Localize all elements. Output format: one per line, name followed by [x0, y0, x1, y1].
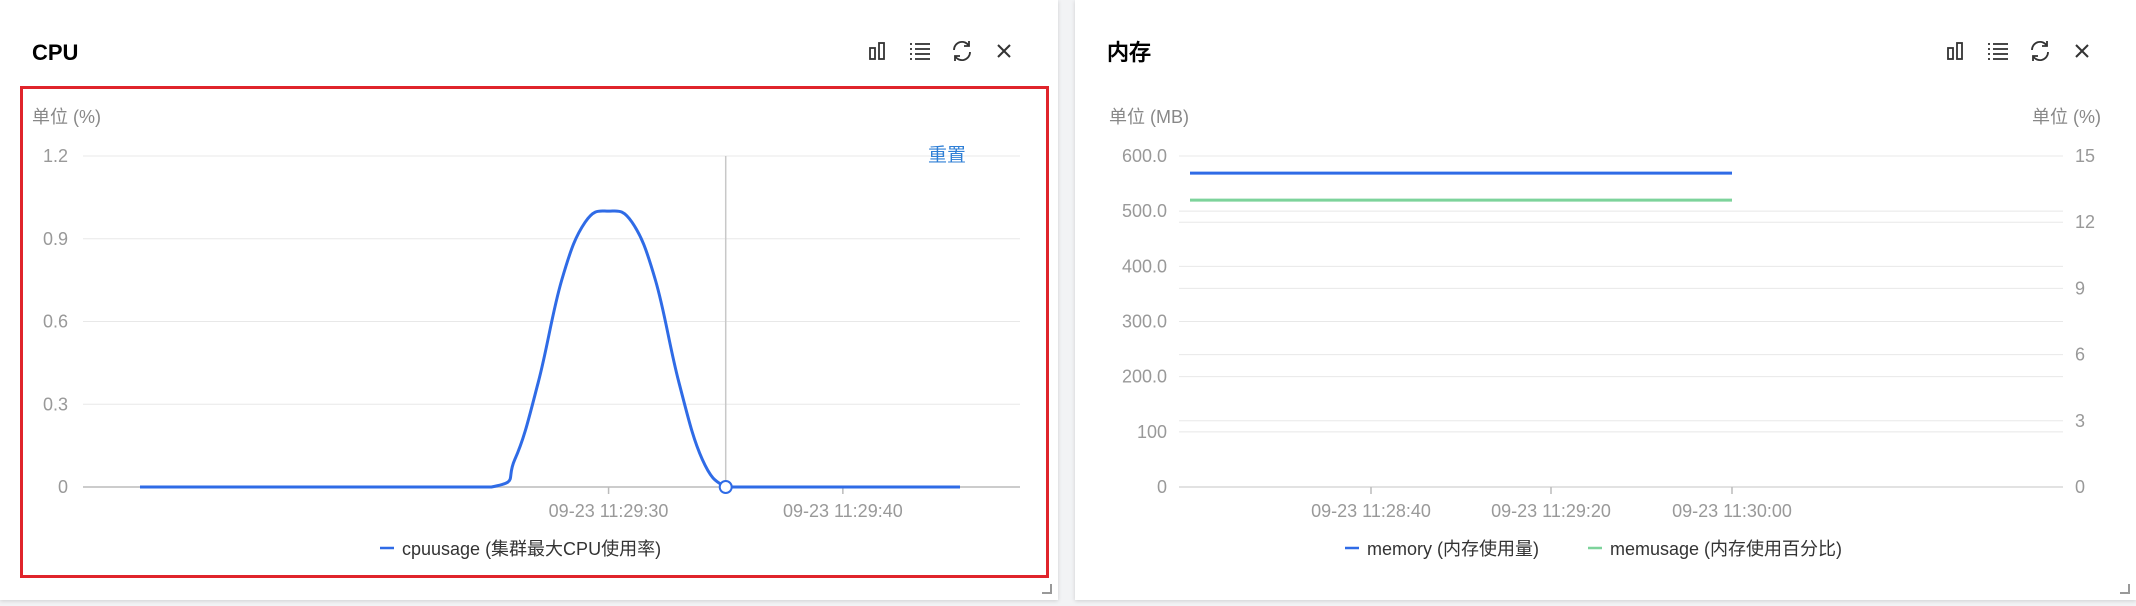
- resize-handle[interactable]: [2120, 584, 2130, 594]
- y-tick-label-right: 6: [2075, 345, 2085, 365]
- y-tick-label-left: 200.0: [1122, 367, 1167, 387]
- y-tick-label: 0: [58, 477, 68, 497]
- y-tick-label-left: 300.0: [1122, 312, 1167, 332]
- y-tick-label: 1.2: [43, 146, 68, 166]
- y-tick-label-right: 12: [2075, 212, 2095, 232]
- x-tick-label: 09-23 11:29:20: [1491, 501, 1611, 521]
- reset-zoom-link[interactable]: 重置: [928, 140, 966, 167]
- y-axis-label-right: 单位 (%): [2032, 107, 2101, 127]
- tooltip-marker: [718, 480, 733, 494]
- y-tick-label-right: 3: [2075, 411, 2085, 431]
- x-tick-label: 09-23 11:29:30: [549, 501, 669, 521]
- y-axis-label-left: 单位 (MB): [1109, 107, 1189, 127]
- memory-panel: 内存 单位 (MB) 单位 (%) 0 100 200.0 300.0 400.0 500.0…: [1075, 0, 2136, 600]
- y-tick-label-left: 0: [1157, 477, 1167, 497]
- y-axis-label: 单位 (%): [32, 107, 101, 127]
- y-tick-label: 0.9: [43, 229, 68, 249]
- x-tick-label: 09-23 11:28:40: [1311, 501, 1431, 521]
- legend-label-cpuusage: cpuusage (集群最大CPU使用率): [402, 539, 661, 559]
- y-tick-label-left: 100: [1137, 422, 1167, 442]
- y-tick-label: 0.6: [43, 312, 68, 332]
- resize-handle[interactable]: [1042, 584, 1052, 594]
- y-tick-label-right: 0: [2075, 477, 2085, 497]
- y-tick-label-left: 500.0: [1122, 201, 1167, 221]
- legend-label-memory: memory (内存使用量): [1367, 539, 1539, 559]
- y-tick-label-left: 600.0: [1122, 146, 1167, 166]
- cpu-panel: CPU 单位 (%) 0 0.3 0.6 0.9 1.2 09-23 11:29:30 09-…: [0, 0, 1058, 600]
- y-tick-label: 0.3: [43, 394, 68, 414]
- x-tick-label: 09-23 11:30:00: [1672, 501, 1792, 521]
- x-tick-label: 09-23 11:29:40: [783, 501, 903, 521]
- memory-chart: 单位 (MB) 单位 (%)0100200.0300.0400.0500.0600…: [1109, 107, 2101, 559]
- y-tick-label-right: 9: [2075, 278, 2085, 298]
- legend-label-memusage: memusage (内存使用百分比): [1610, 539, 1842, 559]
- cpu-chart: 单位 (%) 0 0.3 0.6 0.9 1.2 09-23 11:29:30 09-23 1…: [32, 107, 1020, 559]
- y-tick-label-left: 400.0: [1122, 256, 1167, 276]
- y-tick-label-right: 15: [2075, 146, 2095, 166]
- cpuusage-series-line: [139, 209, 961, 489]
